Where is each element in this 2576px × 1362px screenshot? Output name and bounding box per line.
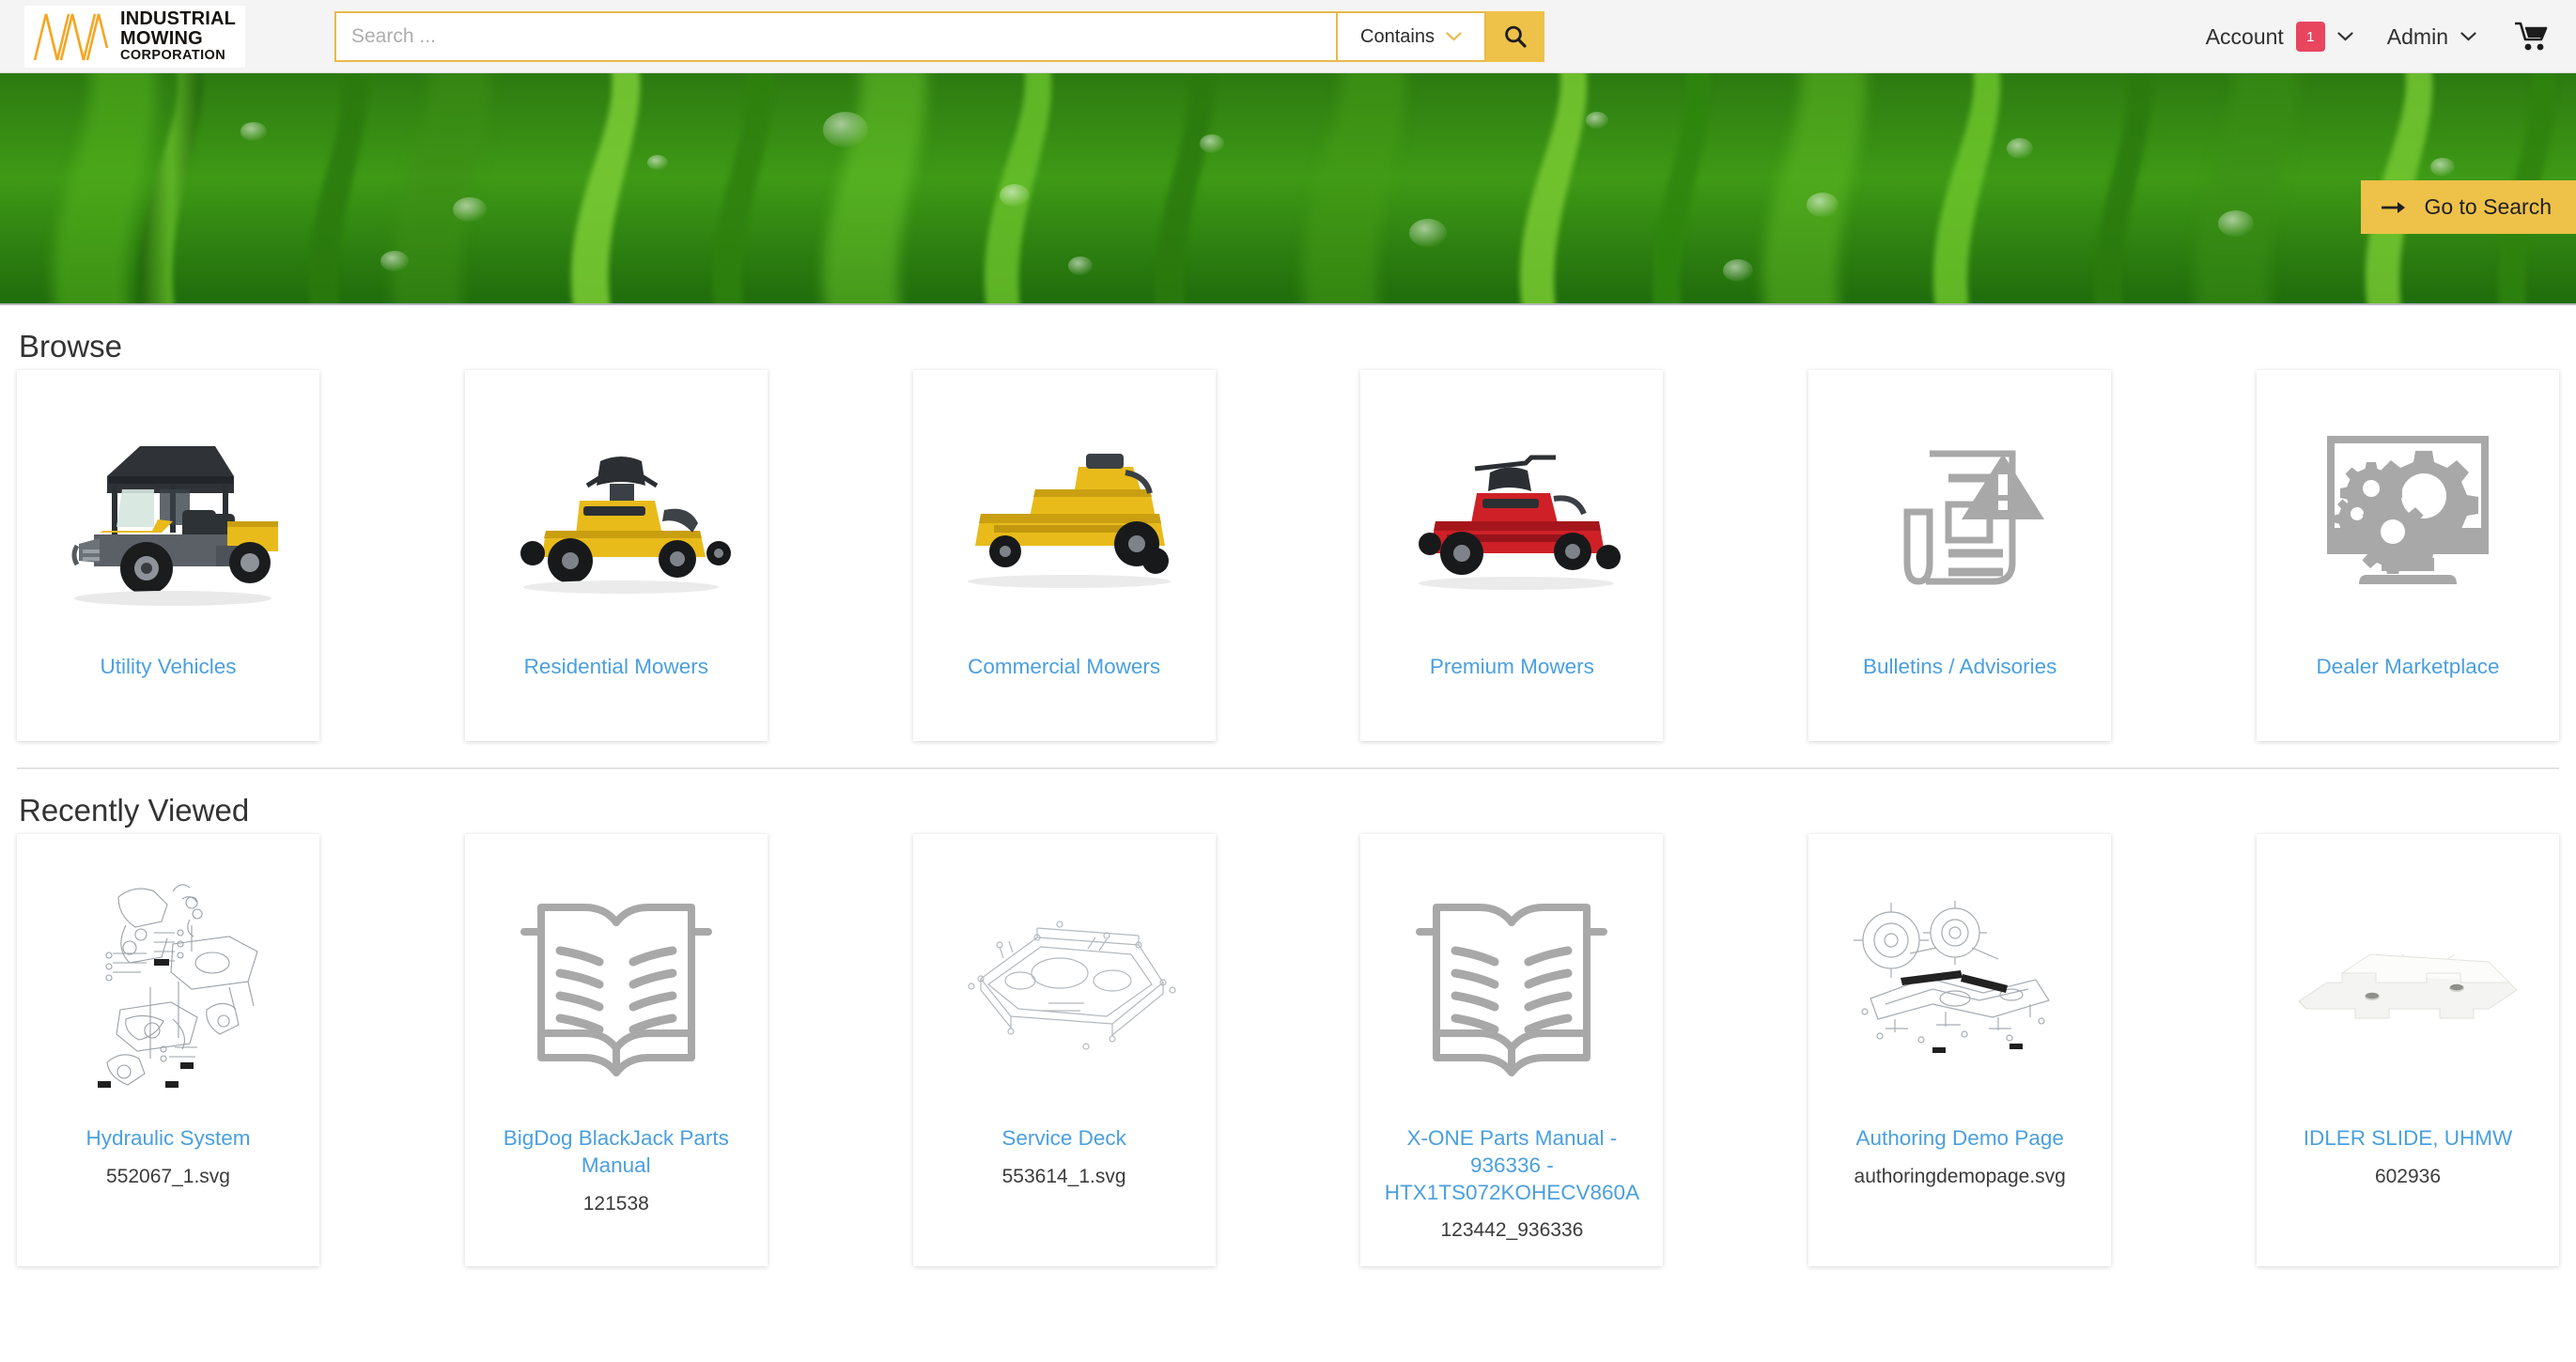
authoring-schematic bbox=[1854, 901, 2051, 1053]
grass-dew-photo bbox=[0, 73, 2576, 303]
recently-viewed-card-row: Hydraulic System 552067_1.svg BigDog Bla… bbox=[17, 834, 2559, 1266]
chevron-down-icon bbox=[1446, 32, 1462, 41]
open-book-icon bbox=[520, 904, 712, 1076]
card-title: Premium Mowers bbox=[1429, 655, 1594, 678]
deck-schematic bbox=[967, 921, 1176, 1050]
header-actions: Account 1 Admin bbox=[2189, 0, 2555, 73]
card-title: Utility Vehicles bbox=[100, 655, 237, 678]
browse-card-residential-mowers[interactable]: Residential Mowers bbox=[464, 370, 768, 741]
search-icon bbox=[1505, 25, 1527, 48]
card-title: Service Deck bbox=[1001, 1126, 1126, 1150]
open-book-icon bbox=[1416, 904, 1608, 1076]
card-title: IDLER SLIDE, UHMW bbox=[2303, 1126, 2513, 1150]
commercial-mower-photo bbox=[967, 454, 1171, 588]
residential-mower-photo bbox=[520, 457, 731, 594]
hydraulic-schematic bbox=[98, 884, 258, 1088]
card-subtitle: 121538 bbox=[582, 1192, 649, 1215]
site-header: INDUSTRIAL MOWING CORPORATION Contains A… bbox=[0, 0, 2576, 73]
section-divider bbox=[17, 767, 2559, 769]
card-title: Bulletins / Advisories bbox=[1863, 655, 2057, 678]
recent-card-bigdog-blackjack-parts-manual[interactable]: BigDog BlackJack Parts Manual 121538 bbox=[464, 834, 768, 1266]
utility-vehicle-photo bbox=[71, 446, 278, 606]
search-input[interactable] bbox=[334, 11, 1336, 62]
browse-card-dealer-marketplace[interactable]: Dealer Marketplace bbox=[2256, 370, 2559, 741]
card-title: Hydraulic System bbox=[85, 1126, 251, 1150]
card-media bbox=[2257, 845, 2559, 1118]
search-mode-label: Contains bbox=[1360, 25, 1435, 47]
recent-card-service-deck[interactable]: Service Deck 553614_1.svg bbox=[912, 834, 1216, 1266]
card-media bbox=[1360, 381, 1663, 646]
card-media bbox=[913, 381, 1216, 646]
hero-banner: Go to Search bbox=[0, 73, 2576, 305]
card-subtitle: 553614_1.svg bbox=[1001, 1165, 1126, 1187]
browse-section: Browse Utility Vehicles Residential Mowe… bbox=[0, 329, 2576, 769]
browse-card-bulletins-advisories[interactable]: Bulletins / Advisories bbox=[1808, 370, 2112, 741]
account-menu[interactable]: Account 1 bbox=[2189, 22, 2370, 52]
idler-slide-photo bbox=[2298, 953, 2518, 1019]
brand-wordmark: INDUSTRIAL MOWING CORPORATION bbox=[120, 8, 237, 64]
chevron-down-icon bbox=[2460, 32, 2476, 41]
browse-card-commercial-mowers[interactable]: Commercial Mowers bbox=[912, 370, 1216, 741]
search-submit-button[interactable] bbox=[1486, 11, 1544, 62]
card-media bbox=[1808, 845, 2111, 1118]
chevron-down-icon bbox=[2337, 32, 2353, 41]
card-media bbox=[1808, 381, 2111, 646]
shopping-cart-icon bbox=[2515, 22, 2548, 51]
recent-card-idler-slide-uhmw[interactable]: IDLER SLIDE, UHMW 602936 bbox=[2256, 834, 2559, 1266]
card-subtitle: 123442_936336 bbox=[1440, 1219, 1584, 1242]
card-title: Commercial Mowers bbox=[968, 655, 1161, 678]
recent-card-hydraulic-system[interactable]: Hydraulic System 552067_1.svg bbox=[17, 834, 319, 1266]
admin-menu[interactable]: Admin bbox=[2370, 24, 2493, 50]
document-warning-icon bbox=[1903, 450, 2045, 585]
global-search: Contains bbox=[334, 11, 1544, 62]
card-title: Residential Mowers bbox=[523, 655, 708, 678]
premium-mower-photo bbox=[1419, 455, 1622, 590]
card-title: Authoring Demo Page bbox=[1855, 1126, 2064, 1150]
browse-card-row: Utility Vehicles Residential Mowers Comm… bbox=[17, 370, 2559, 741]
browse-card-utility-vehicles[interactable]: Utility Vehicles bbox=[17, 370, 319, 741]
browse-card-premium-mowers[interactable]: Premium Mowers bbox=[1360, 370, 1664, 741]
search-mode-dropdown[interactable]: Contains bbox=[1336, 11, 1486, 62]
recent-card-authoring-demo-page[interactable]: Authoring Demo Page authoringdemopage.sv… bbox=[1808, 834, 2112, 1266]
card-title: BigDog BlackJack Parts Manual bbox=[503, 1126, 729, 1177]
account-badge: 1 bbox=[2295, 22, 2325, 52]
cart-button[interactable] bbox=[2514, 21, 2550, 53]
card-subtitle: 552067_1.svg bbox=[106, 1165, 230, 1187]
logo-mark-icon bbox=[33, 13, 109, 60]
brand-line-3: CORPORATION bbox=[120, 48, 226, 63]
card-media bbox=[2257, 381, 2559, 646]
monitor-gears-icon bbox=[2326, 436, 2489, 584]
account-label: Account bbox=[2205, 23, 2284, 49]
recently-viewed-section: Recently Viewed Hydraulic System 552067_… bbox=[0, 793, 2576, 1266]
go-to-search-label: Go to Search bbox=[2424, 194, 2552, 219]
brand-line-1: INDUSTRIAL bbox=[120, 8, 237, 29]
card-title: X-ONE Parts Manual - 936336 - HTX1TS072K… bbox=[1384, 1126, 1640, 1204]
admin-label: Admin bbox=[2386, 23, 2448, 49]
card-media bbox=[465, 845, 768, 1118]
recent-card-x-one-parts-manual[interactable]: X-ONE Parts Manual - 936336 - HTX1TS072K… bbox=[1360, 834, 1664, 1266]
browse-title: Browse bbox=[19, 329, 123, 364]
card-media bbox=[1360, 845, 1663, 1118]
card-media bbox=[17, 845, 319, 1118]
go-to-search-button[interactable]: Go to Search bbox=[2361, 180, 2576, 234]
card-media bbox=[465, 381, 768, 646]
brand-line-2: MOWING bbox=[120, 27, 203, 49]
card-media bbox=[913, 845, 1216, 1118]
recently-viewed-title: Recently Viewed bbox=[19, 793, 250, 828]
card-title: Dealer Marketplace bbox=[2316, 655, 2500, 678]
card-subtitle: authoringdemopage.svg bbox=[1854, 1165, 2066, 1187]
arrow-right-icon bbox=[2382, 201, 2406, 213]
card-media bbox=[17, 381, 319, 646]
brand-logo[interactable]: INDUSTRIAL MOWING CORPORATION bbox=[24, 5, 246, 68]
card-subtitle: 602936 bbox=[2374, 1165, 2442, 1187]
